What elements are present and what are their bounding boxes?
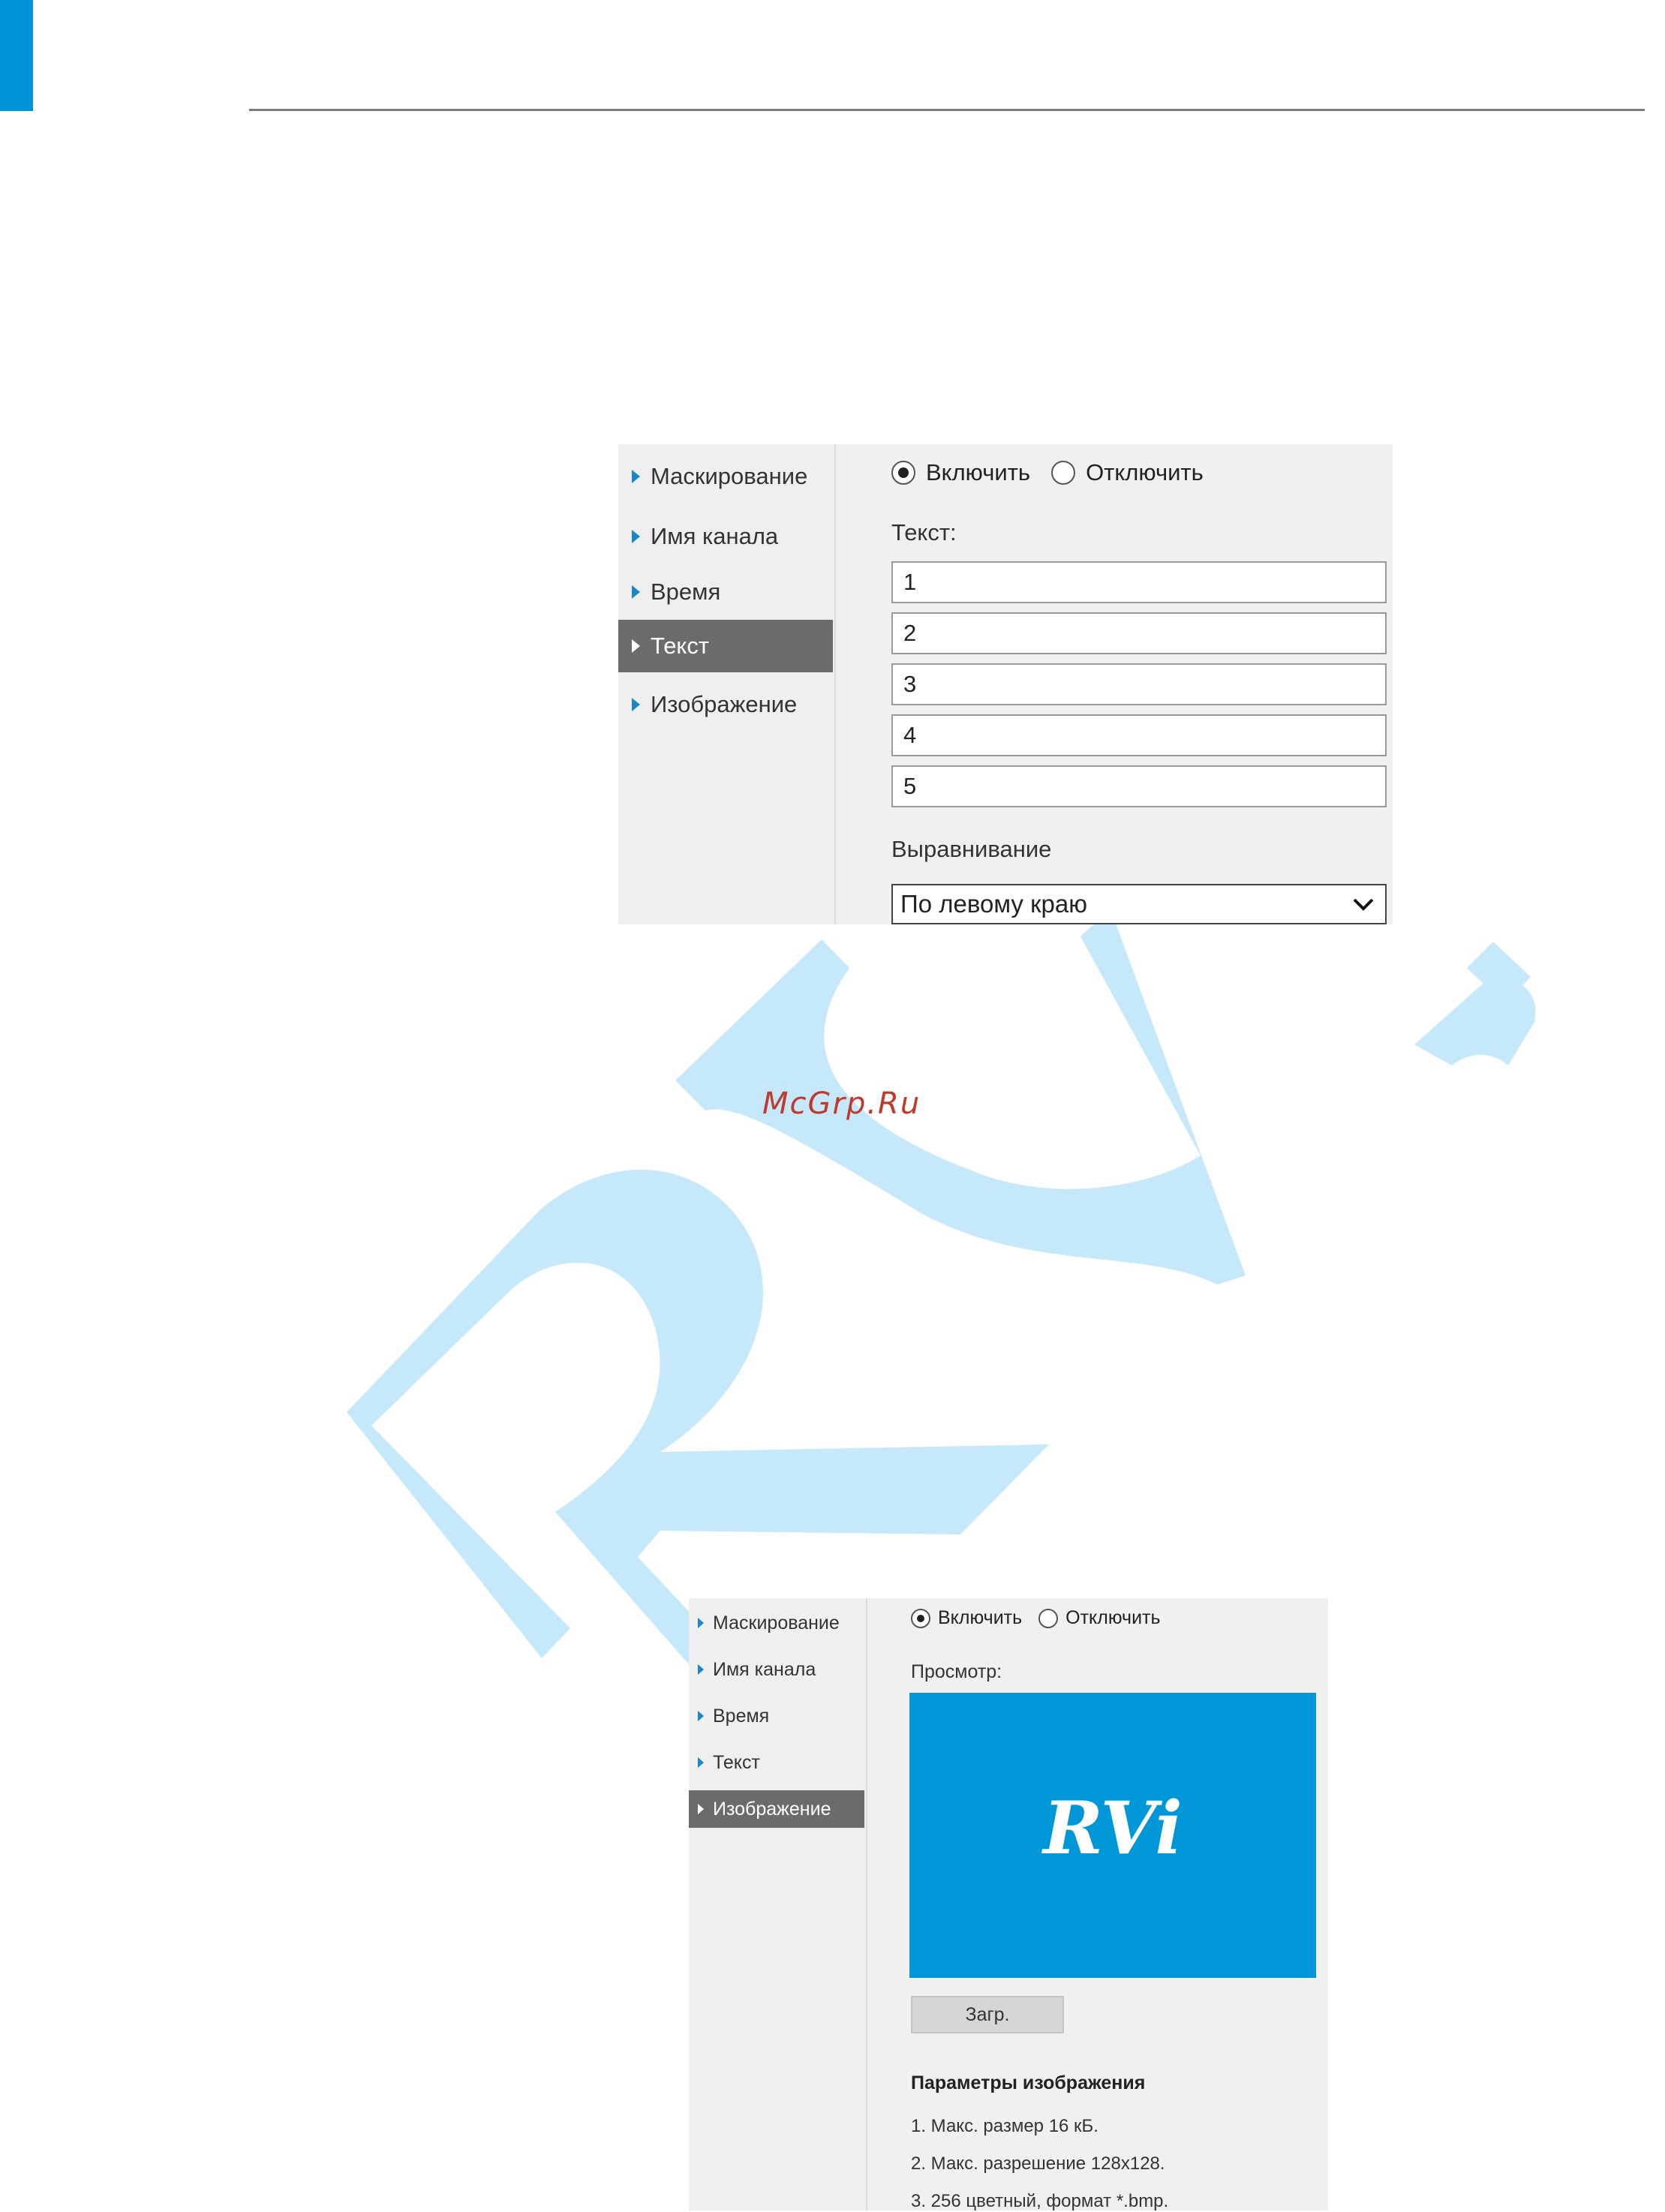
chevron-right-icon [698, 1757, 704, 1768]
sidebar-item-time[interactable]: Время [689, 1697, 864, 1735]
chevron-right-icon [632, 470, 640, 483]
site-watermark-text: McGrp.Ru [762, 1086, 921, 1121]
preview-label: Просмотр: [911, 1661, 1002, 1682]
text-label: Текст: [891, 519, 957, 545]
chevron-right-icon [698, 1804, 704, 1814]
alignment-value: По левому краю [900, 890, 1087, 918]
image-overlay-content: Включить Отключить Просмотр: RVi Загр. П… [909, 1598, 1328, 2211]
sidebar-item-label: Имя канала [651, 523, 779, 549]
settings-sidebar: Маскирование Имя канала Время Текст Изоб… [689, 1598, 867, 2210]
sidebar-item-text[interactable]: Текст [689, 1744, 864, 1781]
preview-logo: RVi [1041, 1786, 1183, 1871]
image-params-title: Параметры изображения [911, 2072, 1146, 2093]
text-line-1-input[interactable]: 1 [891, 561, 1387, 603]
text-line-5-input[interactable]: 5 [891, 765, 1387, 807]
chevron-right-icon [698, 1664, 704, 1675]
alignment-label: Выравнивание [891, 836, 1052, 862]
chevron-down-icon [1353, 898, 1374, 911]
sidebar-item-channel-name[interactable]: Имя канала [618, 510, 833, 563]
text-line-4-input[interactable]: 4 [891, 714, 1387, 756]
chevron-right-icon [632, 530, 640, 543]
chevron-right-icon [632, 639, 640, 653]
text-overlay-content: Включить Отключить Текст: 1 2 3 4 5 Выра… [891, 444, 1393, 924]
upload-button[interactable]: Загр. [911, 1996, 1064, 2033]
sidebar-item-label: Изображение [713, 1798, 831, 1820]
sidebar-item-label: Маскирование [651, 463, 808, 489]
chevron-right-icon [632, 698, 640, 711]
enable-radio-group: Включить Отключить [911, 1607, 1161, 1629]
sidebar-item-text[interactable]: Текст [618, 620, 833, 672]
image-overlay-panel: Маскирование Имя канала Время Текст Изоб… [689, 1598, 1328, 2211]
text-line-2-input[interactable]: 2 [891, 612, 1387, 654]
settings-sidebar: Маскирование Имя канала Время Текст Изоб… [618, 444, 836, 924]
chevron-right-icon [698, 1711, 704, 1721]
alignment-select[interactable]: По левому краю [891, 884, 1387, 924]
sidebar-item-channel-name[interactable]: Имя канала [689, 1651, 864, 1688]
sidebar-item-label: Время [651, 579, 721, 605]
disable-label: Отключить [1086, 459, 1204, 485]
disable-radio[interactable] [1051, 461, 1076, 485]
image-param-item: 1. Макс. размер 16 кБ. [911, 2116, 1098, 2136]
enable-radio[interactable] [891, 461, 915, 485]
svg-text:RVi: RVi [1041, 1786, 1183, 1871]
disable-radio[interactable] [1038, 1608, 1059, 1628]
disable-label: Отключить [1065, 1607, 1161, 1628]
chevron-right-icon [698, 1618, 704, 1628]
sidebar-item-label: Время [713, 1705, 770, 1727]
image-param-item: 2. Макс. разрешение 128x128. [911, 2153, 1165, 2174]
sidebar-item-image[interactable]: Изображение [618, 678, 833, 731]
image-param-item: 3. 256 цветный, формат *.bmp. [911, 2191, 1169, 2211]
enable-label: Включить [926, 459, 1031, 485]
text-line-3-input[interactable]: 3 [891, 663, 1387, 705]
sidebar-item-label: Текст [713, 1751, 760, 1773]
sidebar-item-label: Текст [651, 633, 710, 659]
enable-radio[interactable] [911, 1608, 930, 1628]
sidebar-item-label: Имя канала [713, 1658, 816, 1680]
sidebar-item-image[interactable]: Изображение [689, 1790, 864, 1828]
enable-label: Включить [938, 1607, 1023, 1628]
preview-image: RVi [909, 1693, 1316, 1978]
text-overlay-panel: Маскирование Имя канала Время Текст Изоб… [618, 444, 1393, 924]
sidebar-item-time[interactable]: Время [618, 566, 833, 618]
sidebar-item-masking[interactable]: Маскирование [689, 1604, 864, 1642]
sidebar-item-masking[interactable]: Маскирование [618, 450, 833, 503]
header-rule [249, 109, 1645, 111]
enable-radio-group: Включить Отключить [891, 459, 1204, 486]
brand-corner-bar [0, 0, 33, 111]
chevron-right-icon [632, 585, 640, 599]
sidebar-item-label: Маскирование [713, 1612, 840, 1633]
sidebar-item-label: Изображение [651, 691, 798, 717]
